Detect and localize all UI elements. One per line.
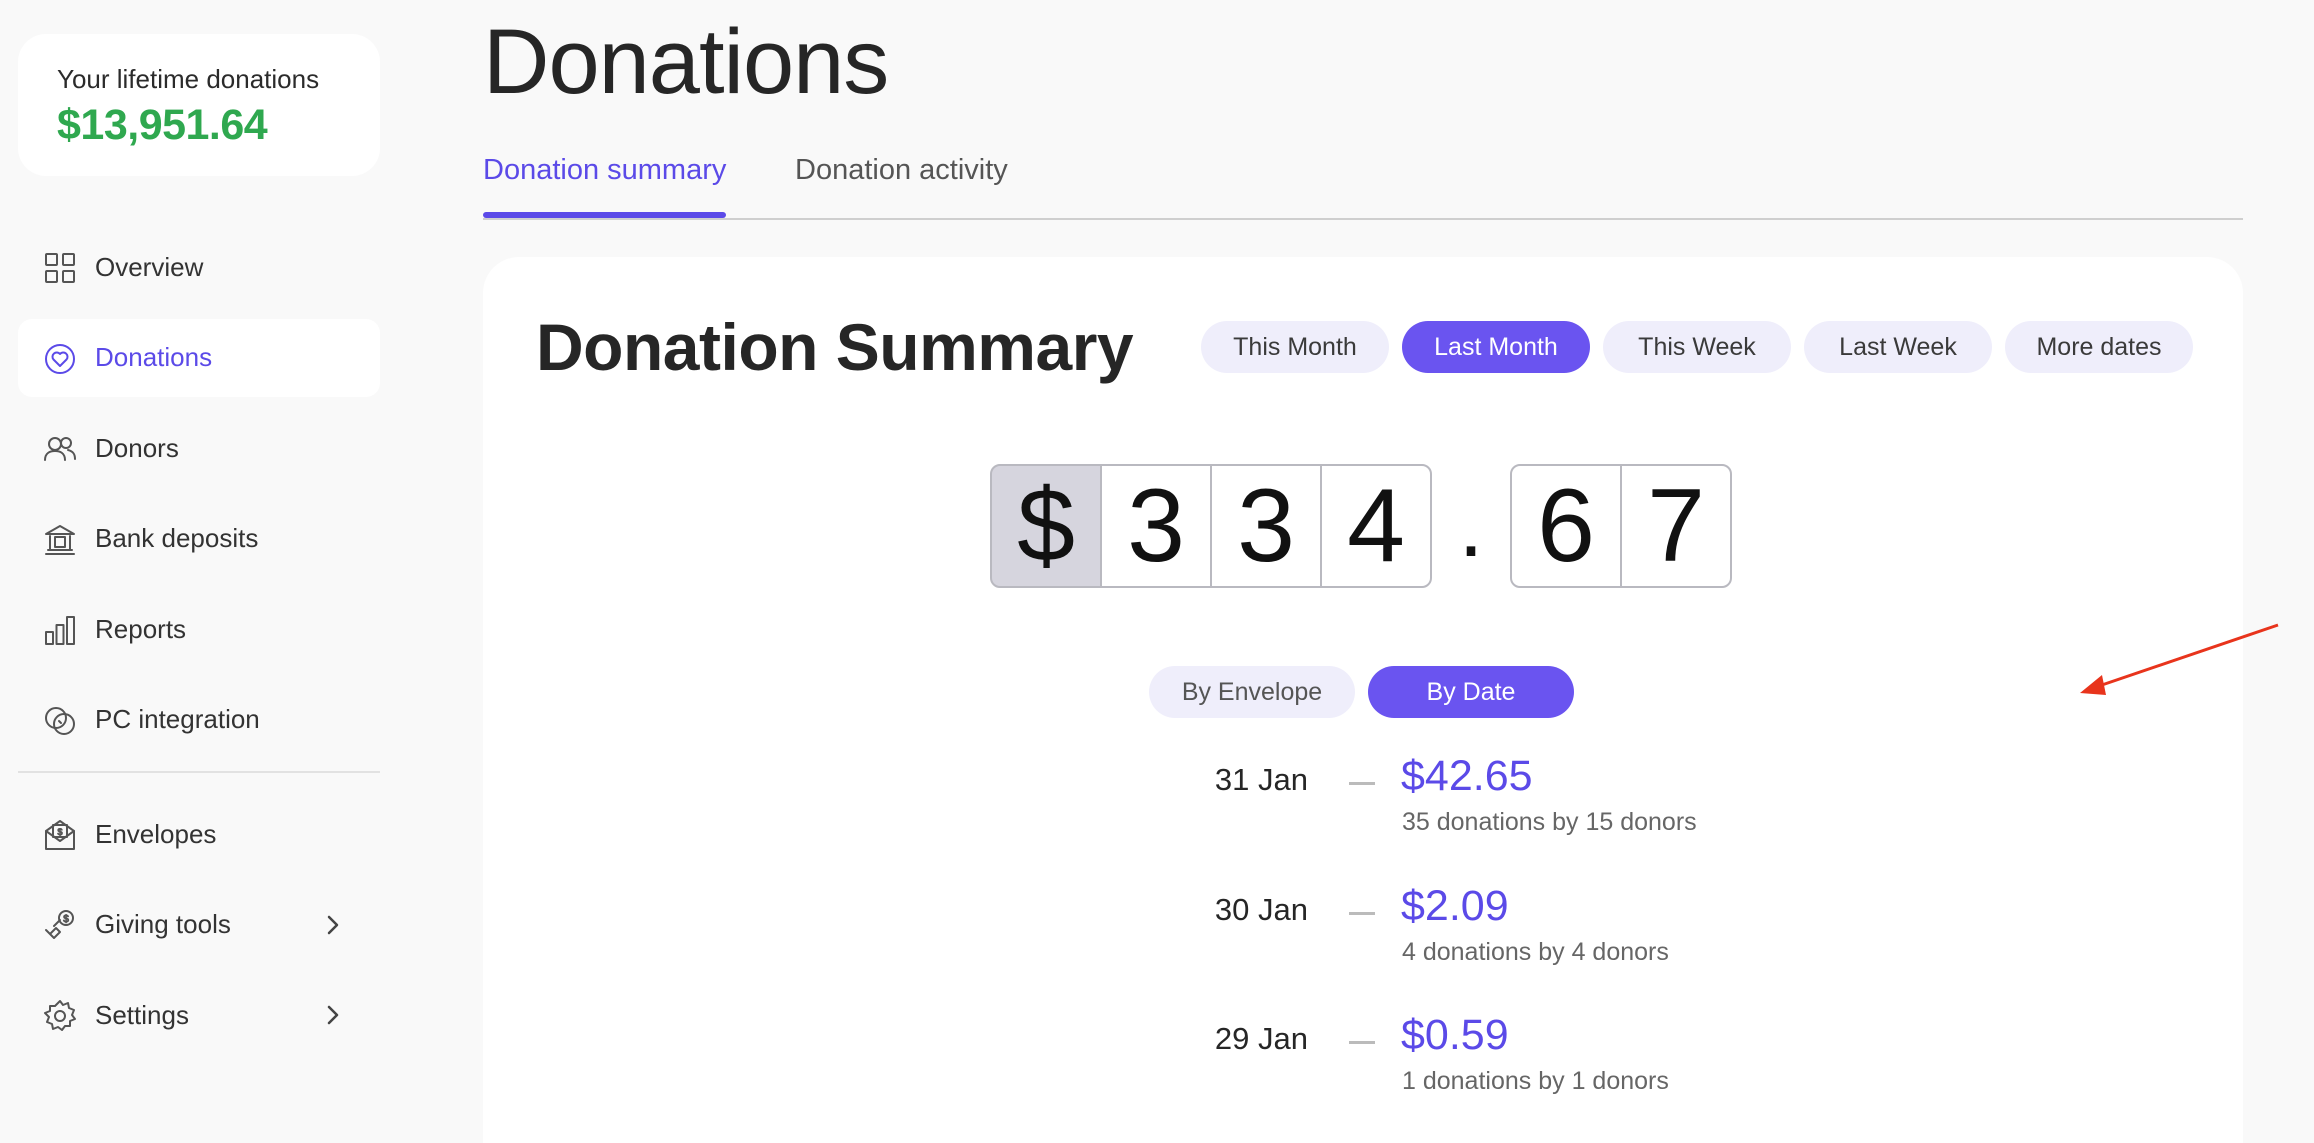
chevron-right-icon	[320, 1002, 346, 1028]
summary-title: Donation Summary	[536, 310, 1134, 384]
sidebar-item-envelopes[interactable]: $ Envelopes	[18, 795, 380, 873]
entry-detail: 1 donations by 1 donors	[1402, 1067, 1669, 1095]
list-item: 31 Jan $42.65 35 donations by 15 donors	[483, 752, 2243, 870]
amount-cents-digit: 6	[1510, 464, 1622, 588]
entry-amount: $2.09	[1401, 882, 1509, 930]
tab-donation-activity[interactable]: Donation activity	[795, 154, 1008, 215]
page-title: Donations	[483, 11, 889, 113]
sidebar-item-overview[interactable]: Overview	[18, 228, 380, 306]
lifetime-donations-value: $13,951.64	[57, 101, 268, 149]
sidebar-item-reports[interactable]: Reports	[18, 590, 380, 668]
envelope-dollar-icon: $	[42, 817, 78, 853]
giving-hand-icon: $	[42, 908, 78, 944]
gear-icon	[42, 998, 78, 1034]
amount-cents-digit: 7	[1620, 464, 1732, 588]
annotation-arrow	[2080, 623, 2279, 695]
filter-last-month[interactable]: Last Month	[1402, 321, 1590, 373]
donation-summary-card: Donation Summary This Month Last Month T…	[483, 257, 2279, 1143]
entry-detail: 35 donations by 15 donors	[1402, 808, 1697, 836]
entry-amount: $0.59	[1401, 1011, 1509, 1059]
amount-digit: 3	[1100, 464, 1212, 588]
sidebar-item-label: Settings	[95, 999, 189, 1030]
currency-symbol: $	[990, 464, 1102, 588]
amount-digit: 3	[1210, 464, 1322, 588]
chevron-right-icon	[320, 912, 346, 938]
tab-donation-summary[interactable]: Donation summary	[483, 154, 727, 218]
entry-dash	[1349, 782, 1375, 785]
view-by-envelope-button[interactable]: By Envelope	[1149, 666, 1355, 718]
sidebar-item-pc-integration[interactable]: PC integration	[18, 681, 380, 759]
entry-date: 30 Jan	[1214, 892, 1308, 927]
svg-text:$: $	[63, 914, 69, 925]
filter-this-month[interactable]: This Month	[1201, 321, 1389, 373]
sidebar: Your lifetime donations $13,951.64 Overv…	[0, 0, 400, 1143]
filter-more-dates[interactable]: More dates	[2005, 321, 2193, 373]
sidebar-item-bank-deposits[interactable]: Bank deposits	[18, 500, 380, 578]
entry-dash	[1349, 1041, 1375, 1044]
filter-last-week[interactable]: Last Week	[1804, 321, 1992, 373]
sidebar-item-donors[interactable]: Donors	[18, 409, 380, 487]
bar-chart-icon	[42, 612, 78, 648]
sidebar-item-label: Reports	[95, 613, 187, 644]
sidebar-item-label: Overview	[95, 251, 204, 282]
sidebar-item-label: Bank deposits	[95, 523, 259, 553]
entry-date: 29 Jan	[1214, 1021, 1308, 1056]
people-icon	[42, 431, 78, 467]
sidebar-item-giving-tools[interactable]: $ Giving tools	[18, 886, 380, 964]
sidebar-item-label: Donors	[95, 432, 179, 463]
lifetime-donations-label: Your lifetime donations	[57, 64, 320, 94]
sidebar-item-settings[interactable]: Settings	[18, 976, 380, 1054]
filter-this-week[interactable]: This Week	[1603, 321, 1791, 373]
sidebar-item-label: PC integration	[95, 704, 260, 734]
lifetime-donations-card: Your lifetime donations $13,951.64	[18, 34, 380, 176]
sidebar-item-donations[interactable]: Donations	[18, 318, 380, 397]
entry-date: 31 Jan	[1214, 762, 1308, 797]
entry-dash	[1349, 912, 1375, 915]
sidebar-nav: Overview Donations Donors Bank deposits	[18, 228, 380, 1067]
view-by-date-button[interactable]: By Date	[1368, 666, 1574, 718]
decimal-point: .	[1458, 476, 1484, 576]
amount-digit: 4	[1320, 464, 1432, 588]
heart-circle-icon	[42, 341, 78, 377]
svg-text:$: $	[57, 827, 62, 837]
sidebar-item-label: Giving tools	[95, 909, 231, 939]
bank-icon	[42, 522, 78, 558]
view-toggle-group: By Envelope By Date	[1149, 666, 1574, 718]
tab-bar: Donation summary Donation activity	[483, 150, 2243, 220]
list-item: 29 Jan $0.59 1 donations by 1 donors	[483, 1011, 2243, 1129]
entry-amount: $42.65	[1401, 752, 1533, 800]
sidebar-item-label: Envelopes	[95, 818, 217, 849]
link-icon	[42, 703, 78, 739]
grid-icon	[42, 250, 78, 286]
total-amount-display: $ 3 3 4 . 6 7	[990, 464, 1732, 588]
date-filter-group: This Month Last Month This Week Last Wee…	[1201, 321, 2193, 373]
sidebar-item-label: Donations	[95, 342, 213, 372]
sidebar-divider	[18, 771, 380, 773]
entry-detail: 4 donations by 4 donors	[1402, 938, 1669, 966]
list-item: 30 Jan $2.09 4 donations by 4 donors	[483, 882, 2243, 1000]
